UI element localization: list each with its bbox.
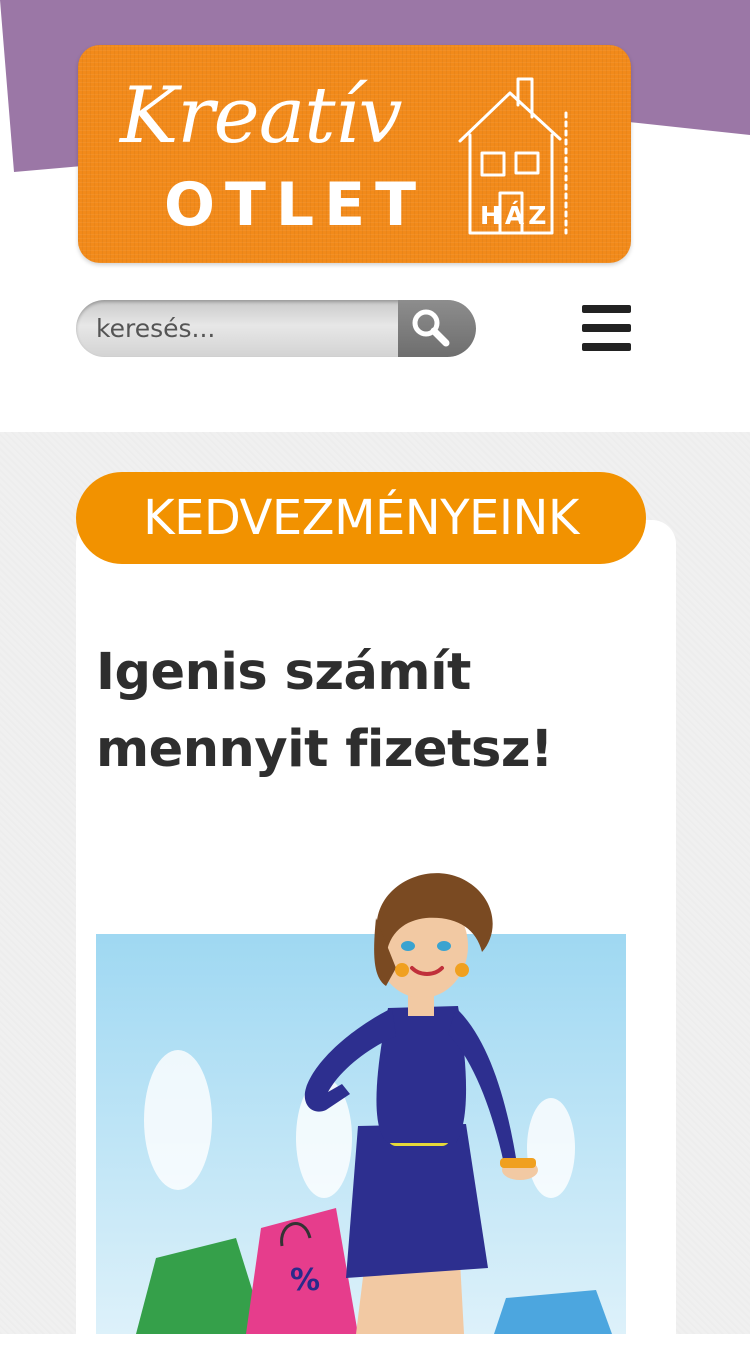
svg-text:%: % bbox=[290, 1263, 320, 1298]
promo-headline[interactable]: Igenis számít mennyit fizetsz! bbox=[96, 634, 656, 788]
search-input[interactable] bbox=[76, 300, 396, 357]
shopping-woman-illustration[interactable]: % bbox=[96, 858, 656, 1334]
search-button[interactable] bbox=[398, 300, 476, 357]
site-logo[interactable]: Kreatív OTLET HÁZ bbox=[78, 45, 631, 263]
logo-script-text: Kreatív bbox=[120, 71, 403, 161]
hamburger-menu-button[interactable] bbox=[582, 305, 631, 351]
house-icon bbox=[458, 77, 568, 235]
search-bar bbox=[76, 300, 476, 357]
promo-badge-label: KEDVEZMÉNYEINK bbox=[143, 490, 579, 546]
promo-badge[interactable]: KEDVEZMÉNYEINK bbox=[76, 472, 646, 564]
search-icon bbox=[412, 309, 450, 347]
logo-word-text: OTLET bbox=[164, 170, 427, 240]
hamburger-icon bbox=[582, 305, 631, 313]
hamburger-icon-bar bbox=[582, 343, 631, 351]
hamburger-icon-bar bbox=[582, 324, 631, 332]
